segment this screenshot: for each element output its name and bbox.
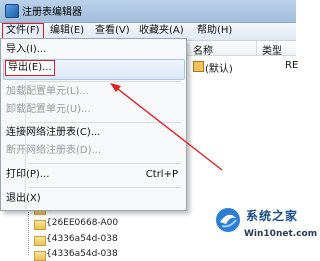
watermark-site: Win10net.com	[244, 229, 318, 239]
watermark-brand: 系统之家	[246, 209, 299, 223]
watermark-logo-icon	[216, 208, 240, 232]
